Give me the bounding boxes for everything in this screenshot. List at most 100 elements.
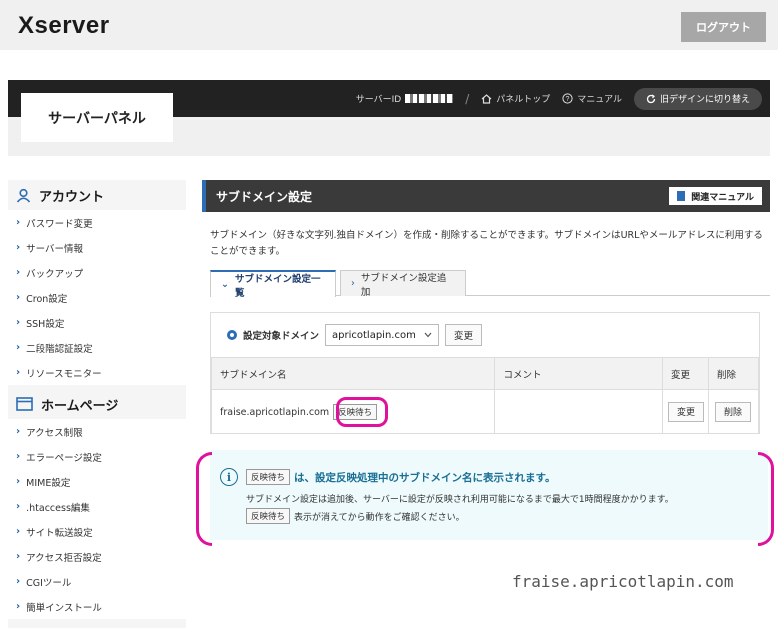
sidebar-item-access-restriction[interactable]: › アクセス制限 xyxy=(8,419,186,444)
home-icon xyxy=(481,93,492,104)
sidebar-item-server-info[interactable]: › サーバー情報 xyxy=(8,235,186,260)
sidebar-heading-homepage: ホームページ xyxy=(8,389,186,419)
browser-window-icon xyxy=(16,397,33,411)
change-cell: 変更 xyxy=(662,389,709,434)
sidebar-heading-account: アカウント xyxy=(8,180,186,210)
sidebar-item-easy-install[interactable]: › 簡単インストール xyxy=(8,594,186,619)
col-comment: コメント xyxy=(494,357,664,390)
panel-title: サーバーパネル xyxy=(21,93,173,142)
main-header: サブドメイン設定 関連マニュアル xyxy=(202,180,770,212)
col-delete: 削除 xyxy=(708,357,759,390)
highlight-bracket-right xyxy=(758,452,774,546)
subdomain-name: fraise.apricotlapin.com xyxy=(220,406,330,418)
info-icon: i xyxy=(220,468,238,486)
tab-subdomain-add[interactable]: › サブドメイン設定追加 xyxy=(340,270,466,298)
manual-label: マニュアル xyxy=(577,95,622,105)
chevron-right-icon: › xyxy=(16,267,21,278)
old-design-button[interactable]: 旧デザインに切り替え xyxy=(633,87,762,110)
chevron-right-icon: › xyxy=(16,217,21,228)
info-title: i 反映待ち は、設定反映処理中のサブドメイン名に表示されます。 xyxy=(220,468,555,486)
svg-text:?: ? xyxy=(566,96,570,103)
pending-badge: 反映待ち xyxy=(246,469,291,485)
sidebar: アカウント › パスワード変更 › サーバー情報 › バックアップ › Cron設定 ›… xyxy=(8,180,186,628)
chevron-right-icon: › xyxy=(16,601,21,612)
domain-select[interactable]: apricotlapin.com xyxy=(325,324,440,346)
refresh-icon xyxy=(646,93,656,104)
main-content: サブドメイン設定 関連マニュアル サブドメイン（好きな文字列.独自ドメイン）を作… xyxy=(196,180,774,546)
page-description: サブドメイン（好きな文字列.独自ドメイン）を作成・削除することができます。サブド… xyxy=(210,230,763,257)
watermark-text: fraise.apricotlapin.com xyxy=(512,572,734,591)
page-title: サブドメイン設定 xyxy=(216,189,313,204)
info-notice: i 反映待ち は、設定反映処理中のサブドメイン名に表示されます。 サブドメイン設… xyxy=(196,450,774,546)
chevron-right-icon: › xyxy=(16,476,21,487)
domain-select-value: apricotlapin.com xyxy=(332,329,416,341)
help-icon: ? xyxy=(562,93,573,104)
domain-change-button[interactable]: 変更 xyxy=(445,324,483,346)
subdomain-name-cell: fraise.apricotlapin.com 反映待ち xyxy=(210,389,496,434)
col-subdomain-name: サブドメイン名 xyxy=(210,357,496,390)
table-row: fraise.apricotlapin.com 反映待ち 変更 削除 xyxy=(210,389,759,434)
domain-selector-row: 設定対象ドメイン apricotlapin.com 変更 xyxy=(211,313,759,357)
chevron-right-icon: › xyxy=(16,292,21,303)
domain-radio[interactable] xyxy=(227,330,237,340)
book-icon xyxy=(677,191,686,201)
subdomain-table: サブドメイン名 コメント 変更 削除 fraise.apricotlapin.c… xyxy=(210,357,759,434)
related-manual-button[interactable]: 関連マニュアル xyxy=(669,187,762,205)
chevron-down-icon: ⌄ xyxy=(221,279,229,290)
domain-label: 設定対象ドメイン xyxy=(243,331,320,342)
sidebar-item-resource-monitor[interactable]: › リソースモニター xyxy=(8,360,186,385)
top-bar: Xserver ログアウト xyxy=(0,0,778,50)
sidebar-item-cron[interactable]: › Cron設定 xyxy=(8,285,186,310)
subdomain-list-panel: 設定対象ドメイン apricotlapin.com 変更 サブドメイン名 コメン… xyxy=(210,312,760,434)
panel-header: サーバーID / パネルトップ ? マニュアル 旧デザインに切り替え サーバーパ… xyxy=(8,80,770,156)
chevron-right-icon: › xyxy=(16,551,21,562)
manual-link[interactable]: ? マニュアル xyxy=(562,92,622,105)
info-line-2-text: 表示が消えてから動作をご確認ください。 xyxy=(294,512,465,523)
sidebar-item-cgi-tool[interactable]: › CGIツール xyxy=(8,569,186,594)
xserver-logo[interactable]: Xserver xyxy=(18,12,110,40)
chevron-right-icon: › xyxy=(16,242,21,253)
row-delete-button[interactable]: 削除 xyxy=(715,401,751,422)
sidebar-item-mime[interactable]: › MIME設定 xyxy=(8,469,186,494)
table-header-row: サブドメイン名 コメント 変更 削除 xyxy=(210,357,759,390)
old-design-label: 旧デザインに切り替え xyxy=(659,95,750,105)
chevron-down-icon xyxy=(424,330,432,341)
header-nav: サーバーID / パネルトップ ? マニュアル 旧デザインに切り替え xyxy=(356,80,770,117)
info-line-1: サブドメイン設定は追加後、サーバーに設定が反映され利用可能になるまで最大で1時間… xyxy=(246,495,674,505)
server-id: サーバーID xyxy=(356,92,454,105)
row-change-button[interactable]: 変更 xyxy=(668,401,705,422)
server-id-label: サーバーID xyxy=(355,95,402,105)
col-change: 変更 xyxy=(662,357,709,390)
sidebar-item-access-deny[interactable]: › アクセス拒否設定 xyxy=(8,544,186,569)
delete-cell: 削除 xyxy=(708,389,759,434)
logout-button[interactable]: ログアウト xyxy=(681,12,766,42)
info-line-2: 反映待ち 表示が消えてから動作をご確認ください。 xyxy=(246,508,465,524)
chevron-right-icon: › xyxy=(351,278,355,289)
info-title-text: は、設定反映処理中のサブドメイン名に表示されます。 xyxy=(294,471,556,484)
sidebar-item-password[interactable]: › パスワード変更 xyxy=(8,210,186,235)
chevron-right-icon: › xyxy=(16,526,21,537)
sidebar-item-htaccess[interactable]: › .htaccess編集 xyxy=(8,494,186,519)
panel-top-label: パネルトップ xyxy=(496,95,551,105)
tab-bar: ⌄ サブドメイン設定一覧 › サブドメイン設定追加 xyxy=(210,268,770,299)
chevron-right-icon: › xyxy=(16,501,21,512)
comment-cell xyxy=(494,389,664,434)
homepage-heading-label: ホームページ xyxy=(41,398,119,414)
sidebar-item-ssh[interactable]: › SSH設定 xyxy=(8,310,186,335)
chevron-right-icon: › xyxy=(16,576,21,587)
nav-separator: / xyxy=(465,91,470,106)
sidebar-item-two-factor[interactable]: › 二段階認証設定 xyxy=(8,335,186,360)
chevron-right-icon: › xyxy=(16,342,21,353)
sidebar-item-site-forward[interactable]: › サイト転送設定 xyxy=(8,519,186,544)
user-icon xyxy=(16,188,31,203)
account-heading-label: アカウント xyxy=(39,189,105,205)
chevron-right-icon: › xyxy=(16,367,21,378)
tab-subdomain-list[interactable]: ⌄ サブドメイン設定一覧 xyxy=(210,270,336,299)
pending-badge: 反映待ち xyxy=(333,403,378,420)
sidebar-item-error-page[interactable]: › エラーページ設定 xyxy=(8,444,186,469)
redacted-server-id xyxy=(405,94,454,103)
sidebar-item-backup[interactable]: › バックアップ xyxy=(8,260,186,285)
panel-top-link[interactable]: パネルトップ xyxy=(481,92,550,105)
highlight-bracket-left xyxy=(196,452,212,546)
chevron-right-icon: › xyxy=(16,451,21,462)
